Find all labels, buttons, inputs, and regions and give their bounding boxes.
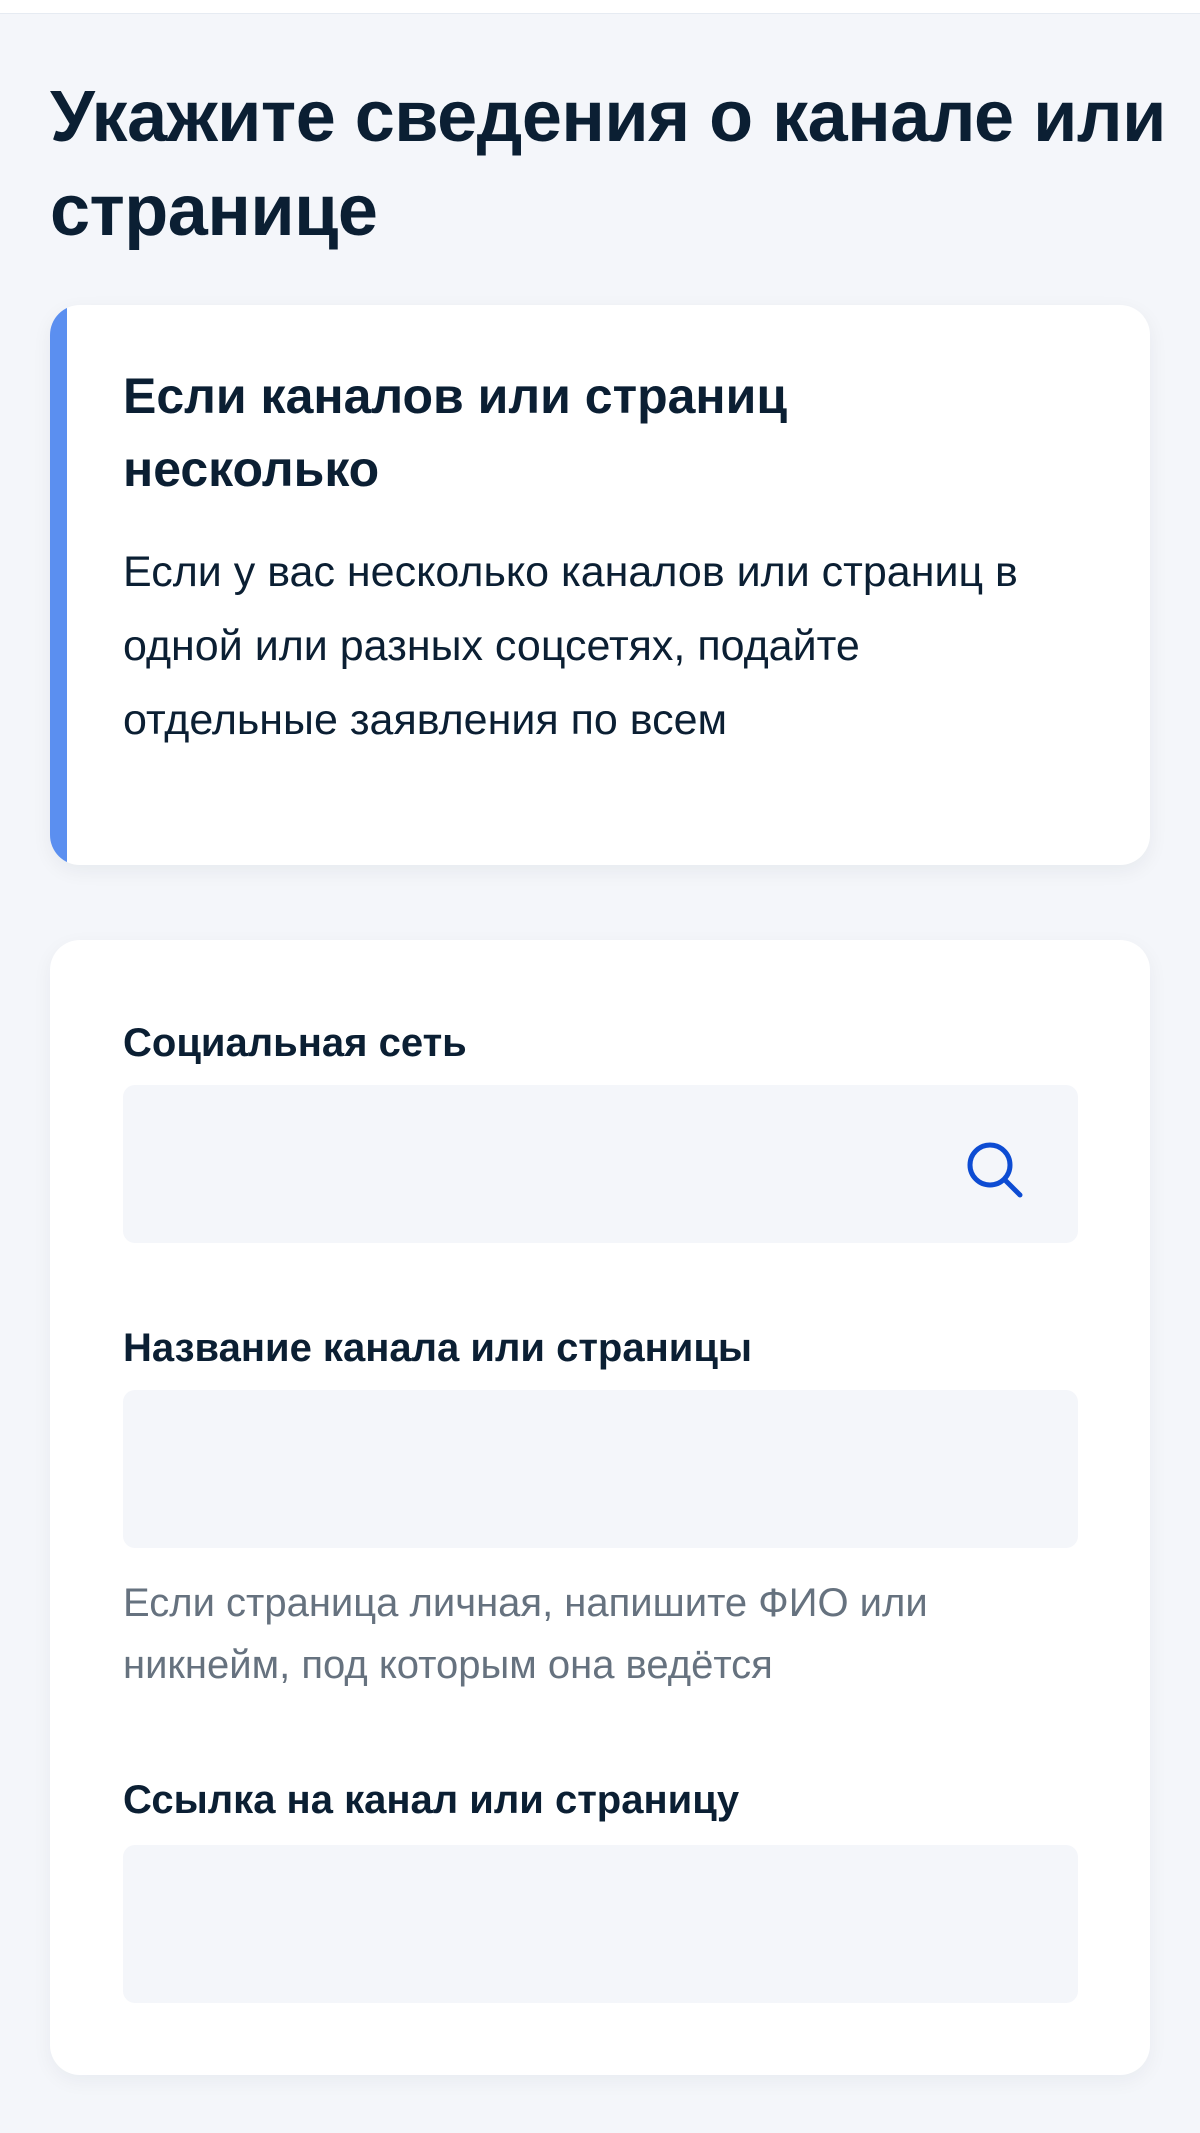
info-card-text: Если у вас несколько каналов или страниц…: [123, 548, 1018, 744]
channel-name-hint: Если страница личная, напишите ФИО или н…: [123, 1581, 928, 1687]
channel-form: Социальная сеть Название канала или стра…: [50, 940, 1150, 2075]
channel-link-input[interactable]: [123, 1845, 1078, 2003]
social-network-label: Социальная сеть: [123, 1021, 467, 1065]
info-card-title: Если каналов или страниц несколько: [123, 368, 788, 497]
social-network-input[interactable]: [123, 1085, 1078, 1243]
channel-link-label: Ссылка на канал или страницу: [123, 1778, 740, 1822]
search-icon[interactable]: [960, 1135, 1030, 1205]
channel-name-input[interactable]: [123, 1390, 1078, 1548]
info-card-accent-bar: [50, 305, 67, 865]
channel-name-label: Название канала или страницы: [123, 1326, 753, 1370]
top-bar: [0, 0, 1200, 14]
page-title: Укажите сведения о канале или странице: [50, 77, 1166, 251]
info-card: Если каналов или страниц несколько Если …: [50, 305, 1150, 865]
